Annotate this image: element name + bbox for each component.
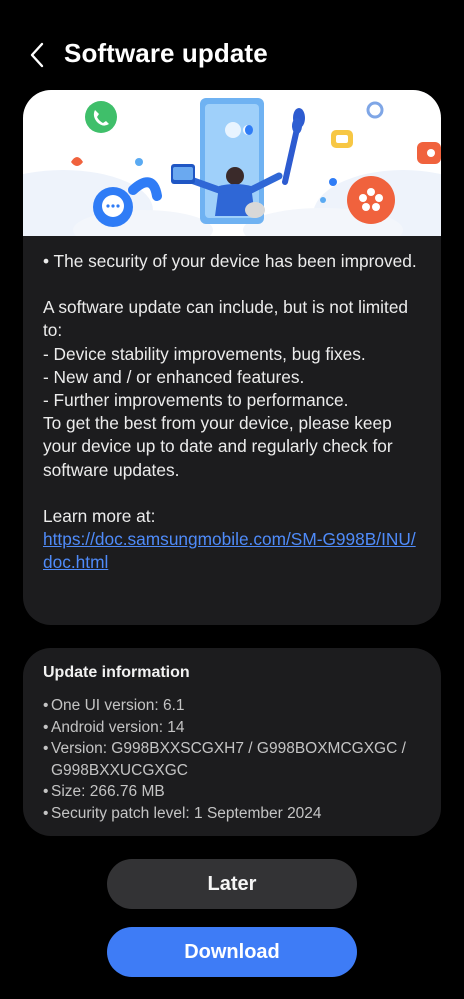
info-item-one-ui-version: • One UI version: 6.1 [43,697,185,714]
update-banner-illustration [23,90,441,236]
back-button[interactable] [22,38,52,72]
learn-more-label: Learn more at: [43,505,156,526]
list-item: - New and / or enhanced features. [43,366,305,387]
info-item-android-version: • Android version: 14 [43,718,185,736]
learn-more-link[interactable]: https://doc.samsungmobile.com/SM-G998B/I… [43,529,416,572]
page-title: Software update [64,38,268,68]
info-item-size: • Size: 266.76 MB [43,783,165,801]
release-notes: • The security of your device has been i… [43,250,423,574]
info-item-security-patch: • Security patch level: 1 September 2024 [43,804,322,822]
later-button[interactable]: Later [107,859,357,909]
includes-text: A software update can include, but is no… [43,297,409,341]
keep-up-to-date-text: To get the best from your device, please… [43,413,393,480]
release-notes-card: • The security of your device has been i… [23,90,441,625]
update-information-title: Update information [43,664,190,681]
security-note: • The security of your device has been i… [43,251,417,271]
list-item: - Further improvements to performance. [43,390,349,411]
list-item: - Device stability improvements, bug fix… [43,343,366,364]
chevron-left-icon [30,42,44,68]
download-button[interactable]: Download [107,927,357,977]
update-information-list: • One UI version: 6.1 • Android version: 1… [43,695,433,825]
info-item-version: • Version: G998BXXSCGXH7 / G998BOXMCGXGC … [43,740,406,779]
app-header: Software update [0,0,464,90]
update-information-card: Update information • One UI version: 6.1 … [23,648,441,836]
